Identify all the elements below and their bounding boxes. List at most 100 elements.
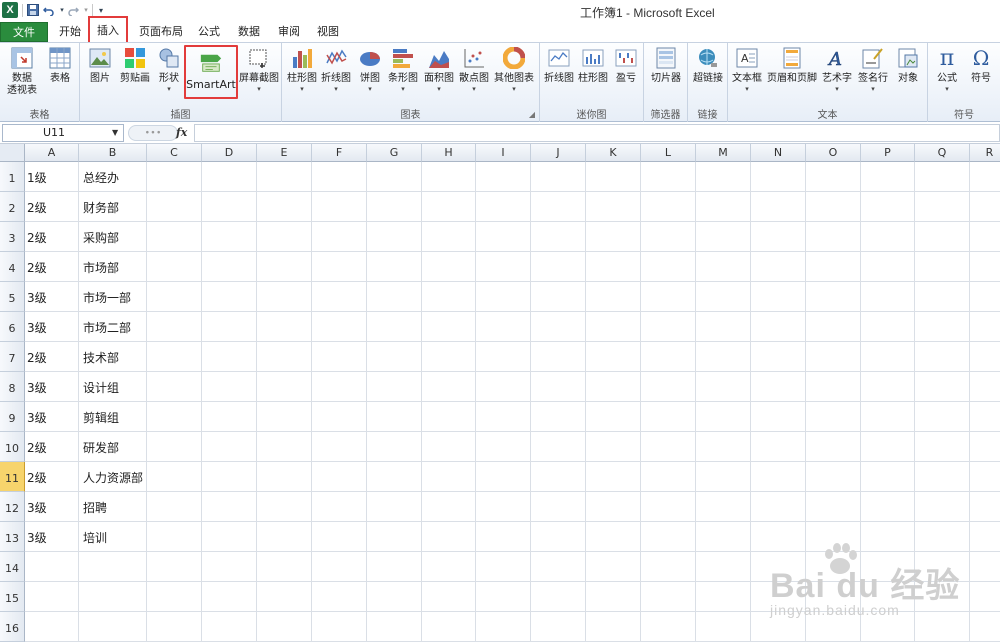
- tab-home[interactable]: 开始: [54, 22, 86, 42]
- cell-A4[interactable]: 2级: [27, 259, 47, 276]
- sparkline-winloss-button[interactable]: 盈亏: [612, 46, 640, 85]
- sparkline-column-button[interactable]: 柱形图: [576, 46, 610, 85]
- cell-B12[interactable]: 招聘: [83, 499, 107, 516]
- equation-button[interactable]: π 公式 ▾: [932, 46, 962, 94]
- row-header-6[interactable]: 6: [0, 312, 25, 342]
- line-chart-button[interactable]: 折线图 ▾: [320, 46, 352, 93]
- cell-A13[interactable]: 3级: [27, 529, 47, 546]
- row-header-9[interactable]: 9: [0, 402, 25, 432]
- tab-insert[interactable]: 插入: [88, 16, 128, 44]
- column-header-O[interactable]: O: [806, 144, 861, 162]
- tab-formulas[interactable]: 公式: [194, 22, 224, 42]
- customize-qat-icon[interactable]: ▾: [94, 3, 108, 17]
- name-box[interactable]: U11: [2, 124, 124, 142]
- column-header-H[interactable]: H: [422, 144, 476, 162]
- other-charts-dropdown-icon[interactable]: ▾: [492, 85, 536, 93]
- row-header-15[interactable]: 15: [0, 582, 25, 612]
- signature-line-dropdown-icon[interactable]: ▾: [856, 85, 890, 93]
- area-chart-button[interactable]: 面积图 ▾: [422, 46, 456, 93]
- row-header-3[interactable]: 3: [0, 222, 25, 252]
- row-header-14[interactable]: 14: [0, 552, 25, 582]
- cell-B4[interactable]: 市场部: [83, 259, 119, 276]
- tab-review[interactable]: 审阅: [274, 22, 304, 42]
- column-header-B[interactable]: B: [79, 144, 147, 162]
- tab-data[interactable]: 数据: [234, 22, 264, 42]
- column-header-Q[interactable]: Q: [915, 144, 970, 162]
- object-button[interactable]: 对象: [892, 46, 924, 85]
- header-footer-button[interactable]: 页眉和页脚: [764, 46, 820, 85]
- row-header-10[interactable]: 10: [0, 432, 25, 462]
- column-header-P[interactable]: P: [861, 144, 915, 162]
- table-button[interactable]: 表格: [44, 46, 76, 85]
- smartart-button[interactable]: SmartArt: [184, 45, 238, 99]
- sparkline-line-button[interactable]: 折线图: [542, 46, 576, 85]
- column-chart-button[interactable]: 柱形图 ▾: [286, 46, 318, 93]
- cell-A9[interactable]: 3级: [27, 409, 47, 426]
- cell-B5[interactable]: 市场一部: [83, 289, 131, 306]
- row-header-16[interactable]: 16: [0, 612, 25, 642]
- bar-chart-dropdown-icon[interactable]: ▾: [386, 85, 420, 93]
- row-header-13[interactable]: 13: [0, 522, 25, 552]
- other-charts-button[interactable]: 其他图表 ▾: [492, 46, 536, 93]
- cell-B10[interactable]: 研发部: [83, 439, 119, 456]
- tab-page-layout[interactable]: 页面布局: [134, 22, 188, 42]
- symbol-button[interactable]: Ω 符号: [966, 46, 996, 85]
- signature-line-button[interactable]: 签名行 ▾: [856, 46, 890, 93]
- tab-file[interactable]: 文件: [0, 22, 48, 42]
- tab-view[interactable]: 视图: [313, 22, 343, 42]
- area-chart-dropdown-icon[interactable]: ▾: [422, 85, 456, 93]
- cell-A6[interactable]: 3级: [27, 319, 47, 336]
- column-header-A[interactable]: A: [25, 144, 79, 162]
- row-header-8[interactable]: 8: [0, 372, 25, 402]
- column-header-E[interactable]: E: [257, 144, 312, 162]
- slicer-button[interactable]: 切片器: [648, 46, 684, 85]
- column-chart-dropdown-icon[interactable]: ▾: [286, 85, 318, 93]
- column-header-C[interactable]: C: [147, 144, 202, 162]
- screenshot-button[interactable]: 屏幕截图 ▾: [238, 46, 280, 93]
- row-header-5[interactable]: 5: [0, 282, 25, 312]
- redo-dropdown-icon[interactable]: ▾: [79, 3, 93, 17]
- row-header-7[interactable]: 7: [0, 342, 25, 372]
- cell-A3[interactable]: 2级: [27, 229, 47, 246]
- select-all-button[interactable]: [0, 144, 25, 162]
- cell-B6[interactable]: 市场二部: [83, 319, 131, 336]
- column-header-I[interactable]: I: [476, 144, 531, 162]
- wordart-button[interactable]: A 艺术字 ▾: [820, 46, 854, 93]
- row-header-2[interactable]: 2: [0, 192, 25, 222]
- cell-B7[interactable]: 技术部: [83, 349, 119, 366]
- cell-B8[interactable]: 设计组: [83, 379, 119, 396]
- pivot-table-button[interactable]: 数据 透视表: [4, 46, 40, 97]
- formula-input[interactable]: [194, 124, 1000, 142]
- undo-icon[interactable]: [42, 3, 56, 17]
- scatter-chart-dropdown-icon[interactable]: ▾: [458, 85, 490, 93]
- column-header-J[interactable]: J: [531, 144, 586, 162]
- cell-A2[interactable]: 2级: [27, 199, 47, 216]
- cell-B9[interactable]: 剪辑组: [83, 409, 119, 426]
- column-header-M[interactable]: M: [696, 144, 751, 162]
- redo-icon[interactable]: [66, 3, 80, 17]
- column-header-K[interactable]: K: [586, 144, 641, 162]
- column-header-L[interactable]: L: [641, 144, 696, 162]
- pie-chart-dropdown-icon[interactable]: ▾: [356, 85, 384, 93]
- column-header-D[interactable]: D: [202, 144, 257, 162]
- pie-chart-button[interactable]: 饼图 ▾: [356, 46, 384, 93]
- line-chart-dropdown-icon[interactable]: ▾: [320, 85, 352, 93]
- excel-logo-icon[interactable]: X: [2, 2, 18, 18]
- textbox-dropdown-icon[interactable]: ▾: [730, 85, 764, 93]
- row-header-4[interactable]: 4: [0, 252, 25, 282]
- shapes-button[interactable]: 形状 ▾: [156, 46, 182, 93]
- cell-A5[interactable]: 3级: [27, 289, 47, 306]
- row-header-12[interactable]: 12: [0, 492, 25, 522]
- textbox-button[interactable]: A 文本框 ▾: [730, 46, 764, 93]
- row-header-1[interactable]: 1: [0, 162, 25, 192]
- hyperlink-button[interactable]: 超链接: [690, 46, 726, 85]
- cell-B1[interactable]: 总经办: [83, 169, 119, 186]
- wordart-dropdown-icon[interactable]: ▾: [820, 85, 854, 93]
- shapes-dropdown-icon[interactable]: ▾: [156, 85, 182, 93]
- scatter-chart-button[interactable]: 散点图 ▾: [458, 46, 490, 93]
- cell-A8[interactable]: 3级: [27, 379, 47, 396]
- formula-bar-resize-handle[interactable]: ∙∙∙: [128, 125, 178, 141]
- cell-A11[interactable]: 2级: [27, 469, 47, 486]
- cell-A10[interactable]: 2级: [27, 439, 47, 456]
- cell-B13[interactable]: 培训: [83, 529, 107, 546]
